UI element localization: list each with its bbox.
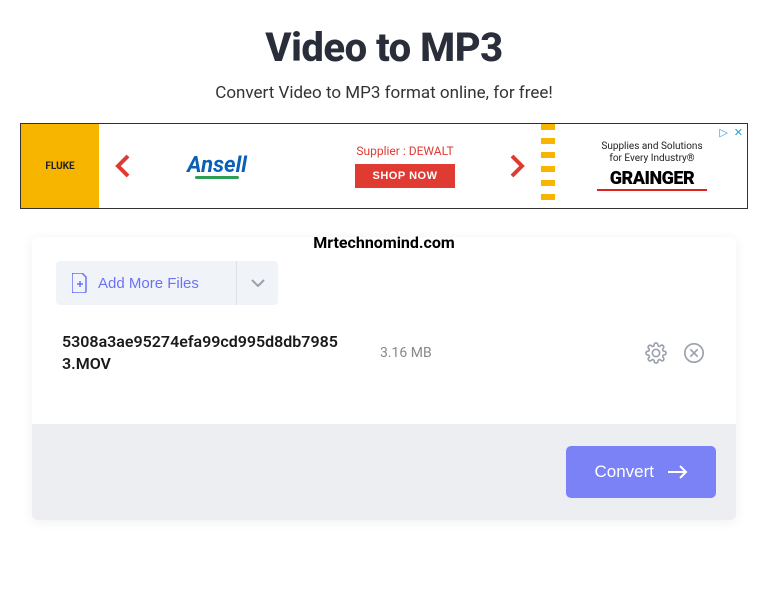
subtitle: Convert Video to MP3 format online, for …: [16, 83, 752, 103]
ad-grainger-logo: Supplies and Solutions for Every Industr…: [557, 141, 747, 191]
ad-ansell-logo: Ansell: [147, 153, 287, 179]
ad-fluke-logo: FLUKE: [21, 124, 99, 208]
convert-bar: Convert: [32, 424, 736, 520]
add-more-files-label: Add More Files: [98, 275, 199, 292]
close-circle-icon: [683, 342, 705, 364]
arrow-right-icon: [668, 465, 688, 479]
convert-button[interactable]: Convert: [566, 446, 716, 498]
ad-next-arrow-icon[interactable]: [499, 148, 535, 184]
file-row: 5308a3ae95274efa99cd995d8db79853.MOV 3.1…: [56, 305, 712, 396]
file-size: 3.16 MB: [380, 345, 612, 361]
chevron-down-icon: [251, 279, 265, 287]
ad-close-icon[interactable]: ✕: [734, 126, 743, 139]
file-settings-button[interactable]: [644, 341, 668, 365]
file-add-icon: [72, 273, 88, 293]
ad-shop-now-button[interactable]: SHOP NOW: [355, 164, 456, 188]
add-files-dropdown-button[interactable]: [236, 261, 278, 305]
file-name: 5308a3ae95274efa99cd995d8db79853.MOV: [62, 331, 348, 376]
gear-icon: [645, 342, 667, 364]
page-title: Video to MP3: [16, 24, 752, 71]
convert-label: Convert: [594, 462, 654, 482]
ad-banner[interactable]: ▷ ✕ FLUKE Ansell Supplier : DEWALT SHOP …: [20, 123, 748, 209]
watermark-text: Mrtechnomind.com: [313, 233, 455, 252]
add-more-files-button[interactable]: Add More Files: [56, 261, 236, 305]
ad-supplier-text: Supplier : DEWALT: [317, 144, 493, 158]
ad-prev-arrow-icon[interactable]: [105, 148, 141, 184]
ad-decorative-strip: [541, 124, 555, 208]
file-remove-button[interactable]: [682, 341, 706, 365]
ad-info-icon[interactable]: ▷: [719, 126, 727, 139]
converter-card: Mrtechnomind.com Add More Files 5308a3ae…: [32, 237, 736, 520]
